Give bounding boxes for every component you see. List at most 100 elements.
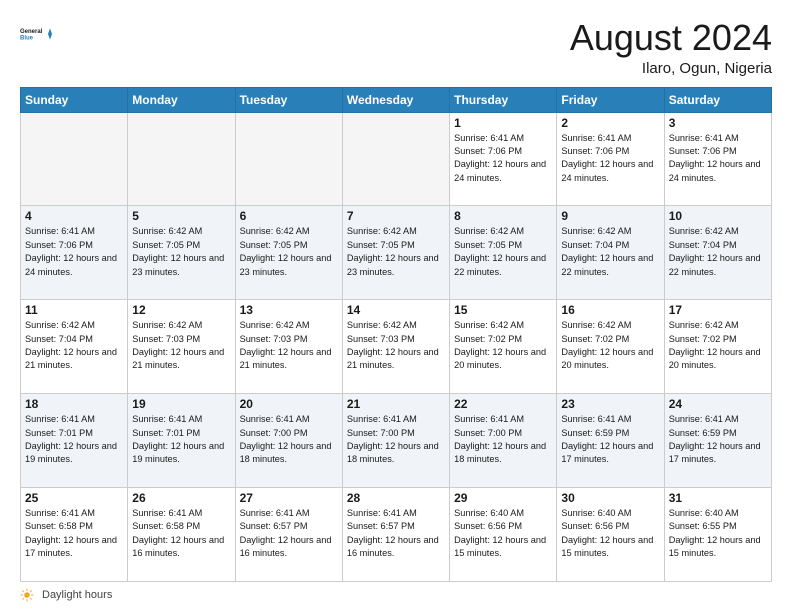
page: General Blue August 2024 Ilaro, Ogun, Ni… <box>0 0 792 612</box>
day-number: 15 <box>454 303 552 317</box>
calendar-cell <box>235 112 342 206</box>
day-info: Sunrise: 6:41 AM Sunset: 7:00 PM Dayligh… <box>454 413 552 466</box>
day-number: 3 <box>669 116 767 130</box>
day-number: 25 <box>25 491 123 505</box>
month-year: August 2024 <box>570 18 772 58</box>
svg-text:Blue: Blue <box>20 36 34 42</box>
calendar-cell: 5 Sunrise: 6:42 AM Sunset: 7:05 PM Daylig… <box>128 206 235 300</box>
calendar-week-row: 1Sunrise: 6:41 AM Sunset: 7:06 PM Daylig… <box>21 112 772 206</box>
calendar-cell: 9 Sunrise: 6:42 AM Sunset: 7:04 PM Daylig… <box>557 206 664 300</box>
day-number: 30 <box>561 491 659 505</box>
calendar-cell: 21 Sunrise: 6:41 AM Sunset: 7:00 PM Dayli… <box>342 394 449 488</box>
day-number: 14 <box>347 303 445 317</box>
day-number: 20 <box>240 397 338 411</box>
calendar-week-row: 25 Sunrise: 6:41 AM Sunset: 6:58 PM Dayli… <box>21 488 772 582</box>
day-info: Sunrise: 6:41 AM Sunset: 6:59 PM Dayligh… <box>669 413 767 466</box>
calendar-cell: 15Sunrise: 6:42 AM Sunset: 7:02 PM Dayli… <box>450 300 557 394</box>
day-number: 16 <box>561 303 659 317</box>
calendar-week-row: 4 Sunrise: 6:41 AM Sunset: 7:06 PM Daylig… <box>21 206 772 300</box>
day-info: Sunrise: 6:41 AM Sunset: 7:01 PM Dayligh… <box>132 413 230 466</box>
day-of-week-header: Thursday <box>450 87 557 112</box>
day-info: Sunrise: 6:41 AM Sunset: 7:06 PM Dayligh… <box>25 225 123 278</box>
day-info: Sunrise: 6:42 AM Sunset: 7:03 PM Dayligh… <box>132 319 230 372</box>
calendar-cell: 6 Sunrise: 6:42 AM Sunset: 7:05 PM Daylig… <box>235 206 342 300</box>
logo: General Blue <box>20 18 52 50</box>
day-info: Sunrise: 6:41 AM Sunset: 7:01 PM Dayligh… <box>25 413 123 466</box>
day-of-week-header: Wednesday <box>342 87 449 112</box>
day-number: 23 <box>561 397 659 411</box>
day-info: Sunrise: 6:41 AM Sunset: 7:00 PM Dayligh… <box>240 413 338 466</box>
day-number: 11 <box>25 303 123 317</box>
calendar-cell: 30 Sunrise: 6:40 AM Sunset: 6:56 PM Dayli… <box>557 488 664 582</box>
title-block: August 2024 Ilaro, Ogun, Nigeria <box>570 18 772 77</box>
day-info: Sunrise: 6:41 AM Sunset: 6:57 PM Dayligh… <box>240 507 338 560</box>
day-info: Sunrise: 6:42 AM Sunset: 7:03 PM Dayligh… <box>347 319 445 372</box>
day-number: 31 <box>669 491 767 505</box>
day-info: Sunrise: 6:41 AM Sunset: 6:58 PM Dayligh… <box>132 507 230 560</box>
calendar-cell <box>128 112 235 206</box>
day-number: 8 <box>454 209 552 223</box>
day-info: Sunrise: 6:41 AM Sunset: 7:06 PM Dayligh… <box>561 132 659 185</box>
footer: Daylight hours <box>20 588 772 602</box>
logo-icon: General Blue <box>20 18 52 50</box>
day-info: Sunrise: 6:42 AM Sunset: 7:05 PM Dayligh… <box>132 225 230 278</box>
calendar-cell: 18 Sunrise: 6:41 AM Sunset: 7:01 PM Dayli… <box>21 394 128 488</box>
day-number: 4 <box>25 209 123 223</box>
calendar-cell: 7Sunrise: 6:42 AM Sunset: 7:05 PM Daylig… <box>342 206 449 300</box>
day-info: Sunrise: 6:41 AM Sunset: 7:06 PM Dayligh… <box>669 132 767 185</box>
day-number: 6 <box>240 209 338 223</box>
calendar-cell: 22Sunrise: 6:41 AM Sunset: 7:00 PM Dayli… <box>450 394 557 488</box>
daylight-label: Daylight hours <box>42 589 112 601</box>
calendar-table: SundayMondayTuesdayWednesdayThursdayFrid… <box>20 87 772 582</box>
day-info: Sunrise: 6:41 AM Sunset: 6:58 PM Dayligh… <box>25 507 123 560</box>
calendar-cell: 4 Sunrise: 6:41 AM Sunset: 7:06 PM Daylig… <box>21 206 128 300</box>
day-number: 18 <box>25 397 123 411</box>
day-number: 9 <box>561 209 659 223</box>
calendar-cell: 20 Sunrise: 6:41 AM Sunset: 7:00 PM Dayli… <box>235 394 342 488</box>
calendar-cell: 16Sunrise: 6:42 AM Sunset: 7:02 PM Dayli… <box>557 300 664 394</box>
day-of-week-header: Friday <box>557 87 664 112</box>
day-of-week-header: Monday <box>128 87 235 112</box>
day-number: 17 <box>669 303 767 317</box>
calendar-cell: 2 Sunrise: 6:41 AM Sunset: 7:06 PM Daylig… <box>557 112 664 206</box>
calendar-cell: 12Sunrise: 6:42 AM Sunset: 7:03 PM Dayli… <box>128 300 235 394</box>
day-number: 10 <box>669 209 767 223</box>
day-number: 21 <box>347 397 445 411</box>
calendar-cell: 31 Sunrise: 6:40 AM Sunset: 6:55 PM Dayli… <box>664 488 771 582</box>
calendar-cell: 24 Sunrise: 6:41 AM Sunset: 6:59 PM Dayli… <box>664 394 771 488</box>
day-info: Sunrise: 6:42 AM Sunset: 7:04 PM Dayligh… <box>669 225 767 278</box>
day-info: Sunrise: 6:42 AM Sunset: 7:05 PM Dayligh… <box>454 225 552 278</box>
calendar-cell: 19 Sunrise: 6:41 AM Sunset: 7:01 PM Dayli… <box>128 394 235 488</box>
calendar-cell: 25 Sunrise: 6:41 AM Sunset: 6:58 PM Dayli… <box>21 488 128 582</box>
day-info: Sunrise: 6:42 AM Sunset: 7:05 PM Dayligh… <box>347 225 445 278</box>
day-info: Sunrise: 6:41 AM Sunset: 6:57 PM Dayligh… <box>347 507 445 560</box>
day-info: Sunrise: 6:41 AM Sunset: 7:06 PM Dayligh… <box>454 132 552 185</box>
day-number: 19 <box>132 397 230 411</box>
day-number: 13 <box>240 303 338 317</box>
day-number: 5 <box>132 209 230 223</box>
day-info: Sunrise: 6:42 AM Sunset: 7:05 PM Dayligh… <box>240 225 338 278</box>
calendar-cell <box>342 112 449 206</box>
day-info: Sunrise: 6:40 AM Sunset: 6:56 PM Dayligh… <box>561 507 659 560</box>
day-number: 28 <box>347 491 445 505</box>
day-info: Sunrise: 6:40 AM Sunset: 6:56 PM Dayligh… <box>454 507 552 560</box>
day-number: 24 <box>669 397 767 411</box>
day-of-week-header: Tuesday <box>235 87 342 112</box>
day-info: Sunrise: 6:41 AM Sunset: 6:59 PM Dayligh… <box>561 413 659 466</box>
day-info: Sunrise: 6:42 AM Sunset: 7:03 PM Dayligh… <box>240 319 338 372</box>
day-number: 29 <box>454 491 552 505</box>
calendar-cell: 17Sunrise: 6:42 AM Sunset: 7:02 PM Dayli… <box>664 300 771 394</box>
svg-text:General: General <box>20 29 43 35</box>
day-info: Sunrise: 6:41 AM Sunset: 7:00 PM Dayligh… <box>347 413 445 466</box>
day-info: Sunrise: 6:40 AM Sunset: 6:55 PM Dayligh… <box>669 507 767 560</box>
calendar-cell <box>21 112 128 206</box>
calendar-cell: 11Sunrise: 6:42 AM Sunset: 7:04 PM Dayli… <box>21 300 128 394</box>
calendar-week-row: 11Sunrise: 6:42 AM Sunset: 7:04 PM Dayli… <box>21 300 772 394</box>
day-number: 2 <box>561 116 659 130</box>
calendar-cell: 26Sunrise: 6:41 AM Sunset: 6:58 PM Dayli… <box>128 488 235 582</box>
location: Ilaro, Ogun, Nigeria <box>570 60 772 77</box>
day-info: Sunrise: 6:42 AM Sunset: 7:04 PM Dayligh… <box>561 225 659 278</box>
calendar-cell: 27Sunrise: 6:41 AM Sunset: 6:57 PM Dayli… <box>235 488 342 582</box>
calendar-cell: 1Sunrise: 6:41 AM Sunset: 7:06 PM Daylig… <box>450 112 557 206</box>
calendar-cell: 3 Sunrise: 6:41 AM Sunset: 7:06 PM Daylig… <box>664 112 771 206</box>
